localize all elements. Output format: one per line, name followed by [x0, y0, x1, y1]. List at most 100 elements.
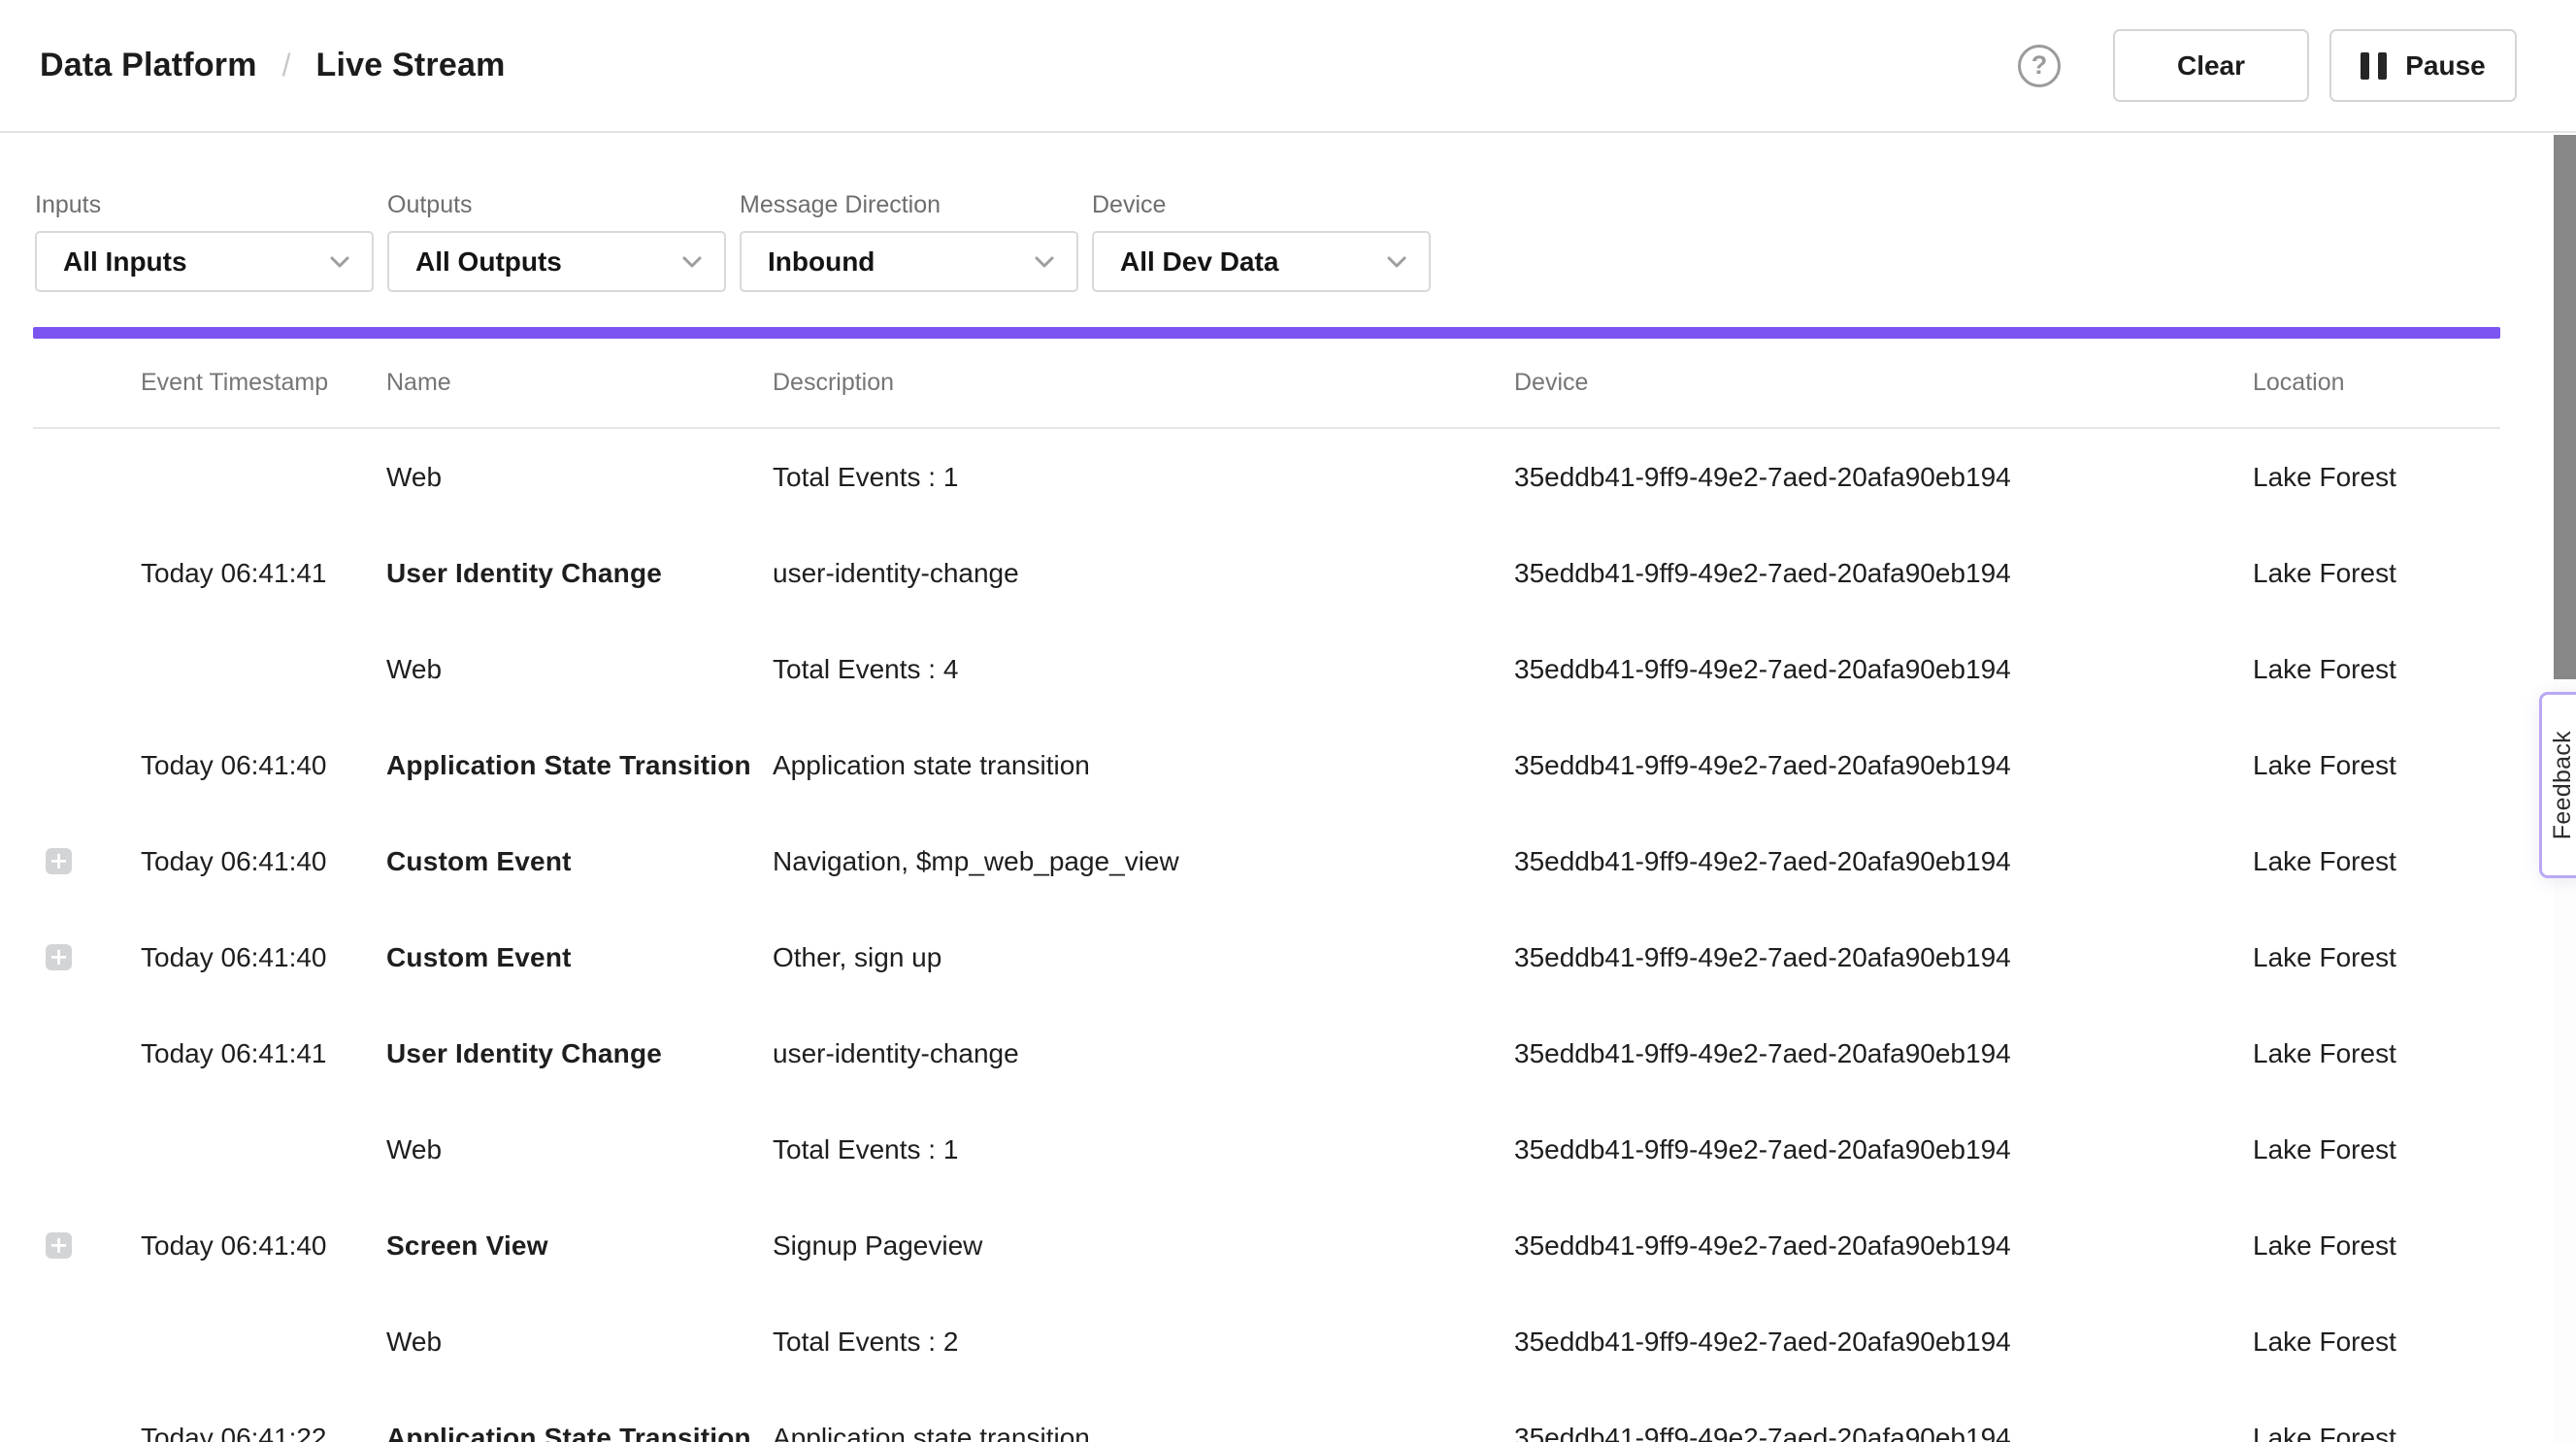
- live-stream-table: Event Timestamp Name Description Device …: [0, 339, 2576, 1442]
- cell-expand: +: [33, 1425, 141, 1442]
- cell-location: Lake Forest: [2253, 1038, 2500, 1069]
- cell-location: Lake Forest: [2253, 1134, 2500, 1165]
- cell-description: Total Events : 2: [773, 1327, 1514, 1358]
- filter-message-direction-label: Message Direction: [740, 191, 1078, 219]
- chevron-down-icon: [325, 247, 354, 277]
- column-device: Device: [1514, 369, 2253, 397]
- table-body: + Web Total Events : 1 35eddb41-9ff9-49e…: [0, 429, 2576, 1442]
- table-row: + Today 06:41:41 User Identity Change us…: [33, 525, 2500, 621]
- clear-button[interactable]: Clear: [2113, 29, 2309, 102]
- cell-device: 35eddb41-9ff9-49e2-7aed-20afa90eb194: [1514, 942, 2253, 973]
- pause-button[interactable]: Pause: [2329, 29, 2517, 102]
- table-row: + Web Total Events : 4 35eddb41-9ff9-49e…: [33, 621, 2500, 717]
- feedback-tab[interactable]: Feedback: [2539, 692, 2576, 878]
- cell-expand: +: [33, 1136, 141, 1163]
- chevron-down-icon: [1030, 247, 1059, 277]
- cell-name: User Identity Change: [386, 558, 773, 589]
- cell-expand: +: [33, 944, 141, 970]
- cell-device: 35eddb41-9ff9-49e2-7aed-20afa90eb194: [1514, 1134, 2253, 1165]
- filter-outputs-select[interactable]: All Outputs: [387, 231, 726, 292]
- expand-row-button[interactable]: +: [46, 1232, 72, 1259]
- cell-name: Screen View: [386, 1230, 773, 1262]
- filter-inputs-label: Inputs: [35, 191, 374, 219]
- cell-description: user-identity-change: [773, 1038, 1514, 1069]
- cell-location: Lake Forest: [2253, 1327, 2500, 1358]
- pause-button-label: Pause: [2405, 50, 2486, 82]
- cell-event-timestamp: Today 06:41:40: [141, 942, 386, 973]
- table-row: + Today 06:41:40 Custom Event Other, sig…: [33, 909, 2500, 1005]
- cell-expand: +: [33, 752, 141, 778]
- filter-bar: Inputs All Inputs Outputs All Outputs Me…: [0, 133, 2576, 292]
- cell-device: 35eddb41-9ff9-49e2-7aed-20afa90eb194: [1514, 1423, 2253, 1442]
- cell-location: Lake Forest: [2253, 654, 2500, 685]
- filter-outputs-value: All Outputs: [415, 246, 562, 278]
- header-actions: ? Clear Pause: [2018, 29, 2517, 102]
- filter-message-direction-select[interactable]: Inbound: [740, 231, 1078, 292]
- cell-name: Web: [386, 654, 773, 685]
- table-row: + Today 06:41:41 User Identity Change us…: [33, 1005, 2500, 1101]
- cell-location: Lake Forest: [2253, 1230, 2500, 1262]
- expand-row-button[interactable]: +: [46, 944, 72, 970]
- pause-icon: [2361, 52, 2387, 80]
- filter-message-direction-value: Inbound: [768, 246, 875, 278]
- breadcrumb-parent[interactable]: Data Platform: [40, 47, 257, 84]
- cell-event-timestamp: Today 06:41:40: [141, 846, 386, 877]
- filter-message-direction: Message Direction Inbound: [740, 191, 1078, 292]
- cell-description: Total Events : 1: [773, 462, 1514, 493]
- column-description: Description: [773, 369, 1514, 397]
- help-icon[interactable]: ?: [2018, 45, 2061, 87]
- cell-expand: +: [33, 464, 141, 490]
- cell-event-timestamp: Today 06:41:40: [141, 1230, 386, 1262]
- cell-expand: +: [33, 1040, 141, 1066]
- cell-name: Web: [386, 1134, 773, 1165]
- breadcrumb: Data Platform / Live Stream: [40, 47, 506, 84]
- cell-location: Lake Forest: [2253, 846, 2500, 877]
- cell-expand: +: [33, 848, 141, 874]
- cell-description: Navigation, $mp_web_page_view: [773, 846, 1514, 877]
- breadcrumb-separator: /: [282, 48, 291, 83]
- cell-name: Custom Event: [386, 942, 773, 973]
- clear-button-label: Clear: [2177, 50, 2245, 82]
- cell-description: Total Events : 4: [773, 654, 1514, 685]
- cell-location: Lake Forest: [2253, 942, 2500, 973]
- column-event-timestamp: Event Timestamp: [141, 369, 386, 397]
- cell-description: Signup Pageview: [773, 1230, 1514, 1262]
- cell-event-timestamp: Today 06:41:41: [141, 558, 386, 589]
- cell-description: Application state transition: [773, 750, 1514, 781]
- cell-device: 35eddb41-9ff9-49e2-7aed-20afa90eb194: [1514, 1230, 2253, 1262]
- plus-icon: +: [49, 849, 68, 872]
- table-row: + Web Total Events : 2 35eddb41-9ff9-49e…: [33, 1294, 2500, 1390]
- cell-event-timestamp: Today 06:41:41: [141, 1038, 386, 1069]
- app-header: Data Platform / Live Stream ? Clear Paus…: [0, 0, 2576, 133]
- filter-outputs: Outputs All Outputs: [387, 191, 726, 292]
- filter-device-label: Device: [1092, 191, 1431, 219]
- cell-name: User Identity Change: [386, 1038, 773, 1069]
- cell-name: Web: [386, 462, 773, 493]
- column-location: Location: [2253, 369, 2500, 397]
- expand-row-button[interactable]: +: [46, 848, 72, 874]
- filter-device-select[interactable]: All Dev Data: [1092, 231, 1431, 292]
- cell-device: 35eddb41-9ff9-49e2-7aed-20afa90eb194: [1514, 558, 2253, 589]
- scrollbar-thumb[interactable]: [2554, 135, 2576, 679]
- cell-event-timestamp: Today 06:41:40: [141, 750, 386, 781]
- cell-device: 35eddb41-9ff9-49e2-7aed-20afa90eb194: [1514, 654, 2253, 685]
- cell-location: Lake Forest: [2253, 558, 2500, 589]
- cell-expand: +: [33, 1232, 141, 1259]
- cell-name: Application State Transition: [386, 1423, 773, 1442]
- cell-expand: +: [33, 1328, 141, 1355]
- cell-expand: +: [33, 656, 141, 682]
- table-row: + Today 06:41:40 Application State Trans…: [33, 717, 2500, 813]
- table-row: + Web Total Events : 1 35eddb41-9ff9-49e…: [33, 429, 2500, 525]
- cell-name: Web: [386, 1327, 773, 1358]
- cell-event-timestamp: Today 06:41:22: [141, 1423, 386, 1442]
- cell-location: Lake Forest: [2253, 1423, 2500, 1442]
- filter-inputs-value: All Inputs: [63, 246, 187, 278]
- question-mark-glyph: ?: [2031, 50, 2048, 81]
- filter-inputs-select[interactable]: All Inputs: [35, 231, 374, 292]
- cell-device: 35eddb41-9ff9-49e2-7aed-20afa90eb194: [1514, 846, 2253, 877]
- cell-device: 35eddb41-9ff9-49e2-7aed-20afa90eb194: [1514, 750, 2253, 781]
- cell-device: 35eddb41-9ff9-49e2-7aed-20afa90eb194: [1514, 1038, 2253, 1069]
- cell-device: 35eddb41-9ff9-49e2-7aed-20afa90eb194: [1514, 462, 2253, 493]
- cell-device: 35eddb41-9ff9-49e2-7aed-20afa90eb194: [1514, 1327, 2253, 1358]
- table-row: + Web Total Events : 1 35eddb41-9ff9-49e…: [33, 1101, 2500, 1197]
